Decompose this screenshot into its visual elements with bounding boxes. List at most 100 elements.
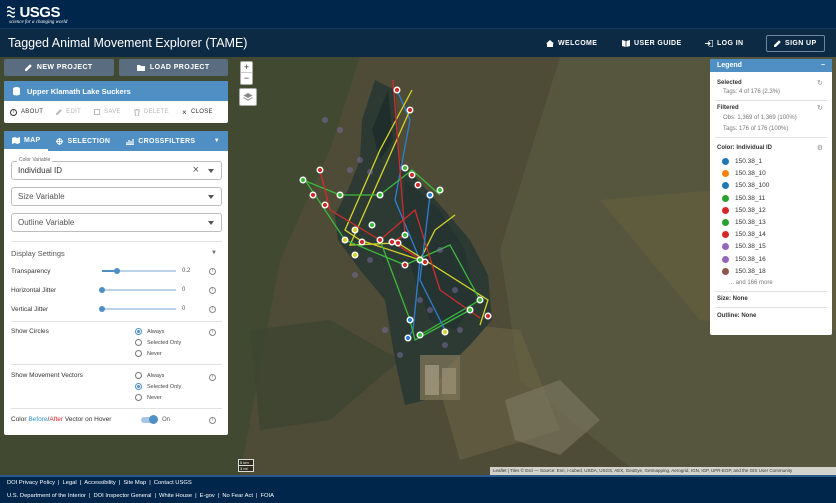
home-icon bbox=[546, 40, 554, 47]
layers-button[interactable] bbox=[239, 88, 257, 106]
tab-map[interactable]: MAP bbox=[4, 131, 49, 151]
info-icon[interactable]: i bbox=[209, 268, 216, 275]
footer-link[interactable]: DOI Privacy Policy bbox=[7, 480, 55, 486]
color-hover-suffix: Vector on Hover bbox=[63, 416, 112, 423]
v-jitter-slider[interactable] bbox=[99, 306, 176, 312]
radio-button[interactable] bbox=[135, 350, 142, 357]
footer-link[interactable]: Accessibility bbox=[84, 480, 116, 486]
footer-link[interactable]: Legal bbox=[63, 480, 77, 486]
size-variable-placeholder: Size Variable bbox=[18, 192, 65, 201]
collapse-icon[interactable]: − bbox=[821, 59, 825, 72]
radio-label: Never bbox=[147, 350, 162, 357]
legend-item[interactable]: 150.38_11 bbox=[722, 194, 765, 202]
chevron-down-icon[interactable] bbox=[208, 169, 214, 173]
point bbox=[441, 328, 449, 336]
load-project-button[interactable]: LOAD PROJECT bbox=[118, 59, 228, 76]
divider bbox=[11, 408, 222, 409]
show-vectors-never[interactable]: Never bbox=[135, 394, 162, 401]
tab-crossfilters[interactable]: CROSSFILTERS bbox=[118, 131, 203, 151]
color-variable-select[interactable]: Color Variable Individual ID × bbox=[11, 157, 222, 180]
footer-link[interactable]: No Fear Act bbox=[222, 493, 253, 499]
legend-item[interactable]: 150.38_13 bbox=[722, 219, 766, 226]
tab-selection[interactable]: SELECTION bbox=[48, 131, 118, 151]
slider-knob[interactable] bbox=[113, 268, 120, 274]
point bbox=[414, 181, 422, 189]
usgs-logo[interactable]: USGS science for a changing world bbox=[7, 4, 67, 25]
save-button[interactable]: SAVE bbox=[94, 109, 121, 115]
legend-item[interactable]: 150.38_100 bbox=[722, 182, 769, 190]
transparency-slider[interactable] bbox=[102, 268, 176, 274]
legend-item-label: 150.38_10 bbox=[735, 170, 766, 178]
edit-button[interactable]: EDIT bbox=[56, 109, 81, 115]
footer-link[interactable]: Contact USGS bbox=[154, 480, 192, 486]
welcome-button[interactable]: WELCOME bbox=[546, 36, 597, 51]
legend-item[interactable]: 150.38_18 bbox=[722, 267, 766, 275]
show-vectors-always[interactable]: Always bbox=[135, 372, 164, 379]
color-hover-label: Color Before/After Vector on Hover bbox=[11, 416, 111, 423]
zoom-in-button[interactable]: + bbox=[241, 62, 252, 73]
legend-item[interactable]: 150.38_1 bbox=[722, 158, 762, 165]
reset-icon[interactable]: ↻ bbox=[817, 104, 823, 112]
point bbox=[408, 171, 416, 179]
footer-link[interactable]: DOI Inspector General bbox=[93, 493, 151, 499]
footer-link[interactable]: Site Map bbox=[123, 480, 146, 486]
h-jitter-value: 0 bbox=[182, 287, 186, 293]
reset-icon[interactable]: ↻ bbox=[817, 79, 823, 87]
user-guide-button[interactable]: USER GUIDE bbox=[622, 36, 682, 51]
clear-icon[interactable]: × bbox=[193, 164, 199, 176]
signup-button[interactable]: SIGN UP bbox=[766, 35, 825, 52]
info-icon[interactable]: i bbox=[209, 374, 216, 381]
show-vectors-selected[interactable]: Selected Only bbox=[135, 383, 181, 390]
map-icon bbox=[12, 136, 20, 144]
footer-link[interactable]: White House bbox=[159, 493, 192, 499]
point bbox=[426, 191, 434, 199]
delete-button[interactable]: DELETE bbox=[133, 108, 169, 116]
chevron-down-icon[interactable]: ▼ bbox=[211, 250, 217, 256]
legend-item[interactable]: 150.38_10 bbox=[722, 170, 766, 178]
legend-item[interactable]: 150.38_16 bbox=[722, 255, 766, 263]
chevron-down-icon[interactable] bbox=[208, 221, 214, 225]
legend-swatch bbox=[722, 182, 729, 190]
radio-button[interactable] bbox=[135, 383, 142, 390]
info-icon[interactable]: i bbox=[209, 287, 216, 294]
new-project-label: NEW PROJECT bbox=[36, 64, 93, 71]
display-settings-title[interactable]: Display Settings bbox=[11, 249, 65, 258]
slider-knob[interactable] bbox=[99, 287, 105, 293]
legend-item[interactable]: 150.38_14 bbox=[722, 231, 766, 239]
close-button[interactable]: × CLOSE bbox=[182, 108, 213, 117]
slider-knob[interactable] bbox=[99, 306, 105, 312]
legend-item[interactable]: 150.38_15 bbox=[722, 243, 766, 251]
color-hover-toggle[interactable] bbox=[141, 415, 158, 424]
h-jitter-label: Horizontal Jitter bbox=[11, 287, 57, 294]
legend-swatch bbox=[722, 255, 729, 263]
gear-icon[interactable]: ⚙ bbox=[817, 144, 823, 152]
map-attribution[interactable]: Leaflet | Tiles © Esri — Source: Esri, i… bbox=[490, 467, 836, 475]
show-circles-always[interactable]: Always bbox=[135, 328, 164, 335]
chevron-down-icon[interactable] bbox=[208, 195, 214, 199]
info-icon[interactable]: i bbox=[209, 306, 216, 313]
about-button[interactable]: i ABOUT bbox=[10, 108, 43, 116]
legend-swatch bbox=[722, 219, 729, 226]
outline-variable-select[interactable]: Outline Variable bbox=[11, 213, 222, 232]
zoom-out-button[interactable]: − bbox=[241, 73, 252, 84]
info-icon[interactable]: i bbox=[209, 329, 216, 336]
h-jitter-slider[interactable] bbox=[99, 287, 176, 293]
radio-button[interactable] bbox=[135, 394, 142, 401]
chevron-down-icon[interactable]: ▼ bbox=[214, 138, 220, 144]
size-variable-select[interactable]: Size Variable bbox=[11, 187, 222, 206]
legend-item[interactable]: 150.38_12 bbox=[722, 206, 766, 214]
show-circles-never[interactable]: Never bbox=[135, 350, 162, 357]
radio-button[interactable] bbox=[135, 372, 142, 379]
new-project-button[interactable]: NEW PROJECT bbox=[4, 59, 114, 76]
legend-header[interactable]: Legend − bbox=[710, 59, 832, 72]
radio-button[interactable] bbox=[135, 339, 142, 346]
footer-link[interactable]: U.S. Department of the Interior bbox=[7, 493, 86, 499]
radio-label: Never bbox=[147, 394, 162, 401]
show-circles-selected[interactable]: Selected Only bbox=[135, 339, 181, 346]
info-icon[interactable]: i bbox=[209, 417, 216, 424]
radio-button[interactable] bbox=[135, 328, 142, 335]
footer-link[interactable]: E-gov bbox=[200, 493, 215, 499]
usgs-name: USGS bbox=[19, 4, 60, 21]
login-button[interactable]: LOG IN bbox=[705, 36, 744, 51]
footer-link[interactable]: FOIA bbox=[260, 493, 274, 499]
